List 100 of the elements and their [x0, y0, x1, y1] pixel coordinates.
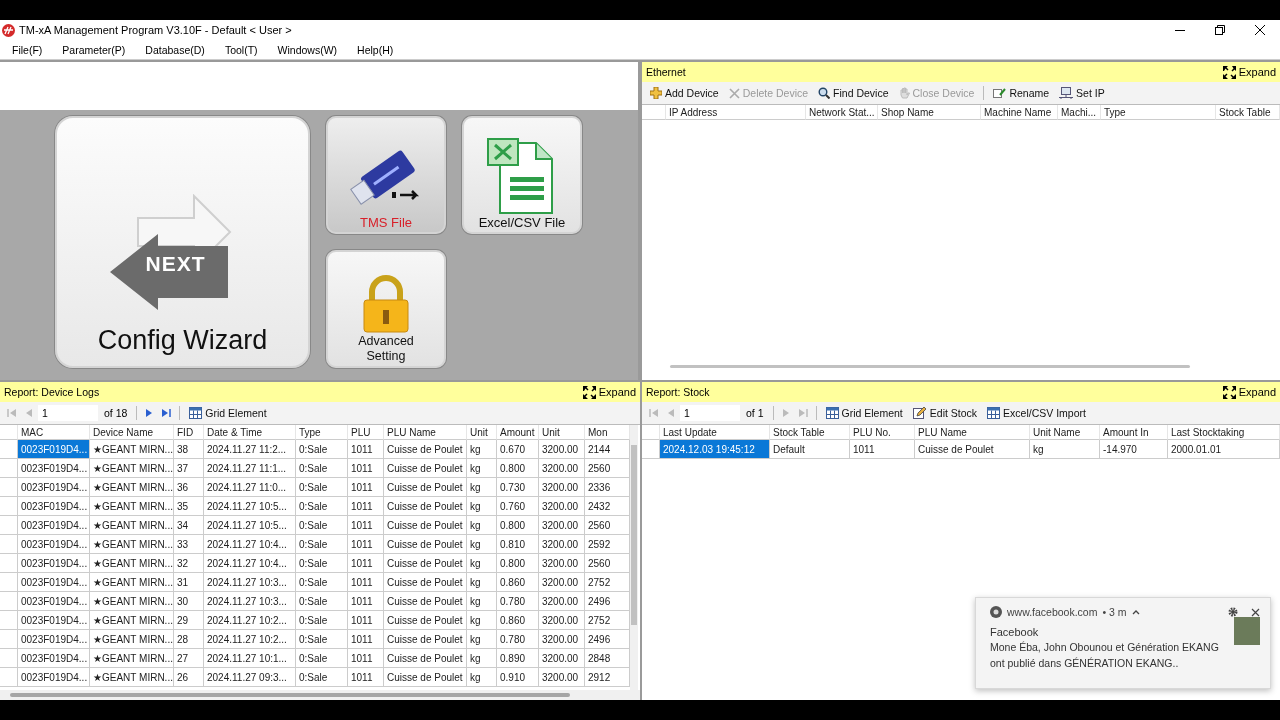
row-header[interactable]: [0, 649, 18, 668]
row-header[interactable]: [0, 592, 18, 611]
column-header[interactable]: FID: [174, 425, 204, 440]
close-button[interactable]: [1251, 607, 1260, 617]
column-header[interactable]: Type: [296, 425, 348, 440]
row-header[interactable]: [0, 573, 18, 592]
table-cell: 0023F019D4...: [18, 535, 90, 554]
column-header[interactable]: Date & Time: [204, 425, 296, 440]
row-header[interactable]: [0, 554, 18, 573]
column-header[interactable]: Stock Table: [1216, 105, 1280, 120]
notification-time: • 3 m: [1102, 606, 1127, 618]
column-header[interactable]: Last Stocktaking: [1168, 425, 1280, 440]
toolbar-button[interactable]: Excel/CSV Import: [983, 407, 1090, 419]
menu-item[interactable]: Tool(T): [216, 43, 266, 56]
toolbar-button[interactable]: Add Device: [646, 87, 723, 99]
toolbar-button[interactable]: Edit Stock: [908, 407, 982, 419]
caret-icon[interactable]: [1131, 609, 1140, 615]
row-header[interactable]: [0, 630, 18, 649]
page-field[interactable]: 1: [680, 405, 740, 421]
column-header[interactable]: Amount In: [1100, 425, 1168, 440]
first-page-icon: [7, 408, 17, 418]
column-header[interactable]: Unit: [467, 425, 497, 440]
network-icon: [1059, 87, 1074, 99]
horizontal-scrollbar[interactable]: [0, 690, 640, 700]
table-cell: 2024.11.27 10:1...: [204, 649, 296, 668]
column-header[interactable]: Unit: [539, 425, 585, 440]
table-cell: ★GEANT MIRN...: [90, 554, 174, 573]
table-cell: 26: [174, 668, 204, 687]
table-cell: 32: [174, 554, 204, 573]
table-cell: 0:Sale: [296, 649, 348, 668]
column-header[interactable]: Machine Name: [981, 105, 1058, 120]
table-cell: 2024.11.27 10:4...: [204, 554, 296, 573]
row-header[interactable]: [0, 497, 18, 516]
table-cell: 2024.12.03 19:45:12: [660, 440, 770, 459]
menu-item[interactable]: File(F): [4, 43, 51, 56]
vertical-scrollbar[interactable]: [630, 425, 638, 690]
column-header[interactable]: Stock Table: [770, 425, 850, 440]
table-cell: 1011: [348, 630, 384, 649]
table-cell: 0:Sale: [296, 516, 348, 535]
column-header[interactable]: PLU Name: [915, 425, 1030, 440]
column-header[interactable]: Last Update: [660, 425, 770, 440]
row-header[interactable]: [0, 516, 18, 535]
column-header[interactable]: Shop Name: [878, 105, 981, 120]
tile-label: Excel/CSV File: [478, 215, 566, 230]
table-cell: 34: [174, 516, 204, 535]
table-cell: kg: [467, 459, 497, 478]
table-cell: 2024.11.27 10:4...: [204, 535, 296, 554]
table-cell: 30: [174, 592, 204, 611]
page-field[interactable]: 1: [38, 405, 98, 421]
column-header[interactable]: IP Address: [666, 105, 806, 120]
settings-button[interactable]: [1228, 607, 1238, 617]
expand-button[interactable]: Expand: [1222, 65, 1276, 79]
table-cell: 0.760: [497, 497, 539, 516]
expand-button[interactable]: Expand: [582, 385, 636, 399]
column-header[interactable]: Unit Name: [1030, 425, 1100, 440]
menu-item[interactable]: Help(H): [349, 43, 402, 56]
grid-icon: [987, 407, 1001, 419]
previous-icon: [667, 408, 675, 418]
toolbar-button[interactable]: Rename: [989, 87, 1054, 99]
row-header[interactable]: [0, 478, 18, 497]
column-header[interactable]: Machi...: [1058, 105, 1101, 120]
page-count: of 1: [745, 407, 765, 419]
launcher-tile[interactable]: NEXT Config Wizard: [55, 116, 310, 368]
column-header[interactable]: Device Name: [90, 425, 174, 440]
row-header[interactable]: [0, 668, 18, 687]
menu-item[interactable]: Parameter(P): [54, 43, 134, 56]
launcher-tile[interactable]: Advanced Setting: [326, 250, 446, 368]
notification-card[interactable]: www.facebook.com • 3 m Facebook Mone Éba, John Obounou et Génération EKANG ont publié dans GÉNÉRATION EKANG..: [975, 597, 1271, 689]
table-cell: 0.800: [497, 459, 539, 478]
tile-label: Advanced Setting: [357, 334, 415, 364]
column-header[interactable]: PLU No.: [850, 425, 915, 440]
row-header[interactable]: [0, 535, 18, 554]
table-cell: 0:Sale: [296, 592, 348, 611]
column-header[interactable]: Amount: [497, 425, 539, 440]
column-header[interactable]: PLU: [348, 425, 384, 440]
table-cell: 0:Sale: [296, 535, 348, 554]
column-header[interactable]: Mon: [585, 425, 630, 440]
column-header[interactable]: MAC: [18, 425, 90, 440]
expand-button[interactable]: Expand: [1222, 385, 1276, 399]
column-header[interactable]: Type: [1101, 105, 1216, 120]
column-header[interactable]: PLU Name: [384, 425, 467, 440]
table-cell: ★GEANT MIRN...: [90, 440, 174, 459]
toolbar-button[interactable]: Grid Element: [821, 407, 907, 419]
table-cell: 2024.11.27 11:1...: [204, 459, 296, 478]
tile-label: TMS File: [360, 215, 412, 230]
table-cell: ★GEANT MIRN...: [90, 459, 174, 478]
table-cell: 38: [174, 440, 204, 459]
toolbar-button[interactable]: Find Device: [814, 87, 893, 99]
toolbar-button[interactable]: Grid Element: [185, 407, 271, 419]
toolbar-button[interactable]: Set IP: [1055, 87, 1109, 99]
grid-icon: [825, 407, 839, 419]
menu-item[interactable]: Windows(W): [269, 43, 346, 56]
table-cell: kg: [467, 668, 497, 687]
column-header[interactable]: Network Stat...: [806, 105, 878, 120]
table-cell: 2024.11.27 10:2...: [204, 630, 296, 649]
row-header[interactable]: [0, 459, 18, 478]
row-header[interactable]: [0, 611, 18, 630]
table-cell: 37: [174, 459, 204, 478]
launcher-tile[interactable]: Excel/CSV File: [462, 116, 582, 234]
menu-item[interactable]: Database(D): [137, 43, 213, 56]
